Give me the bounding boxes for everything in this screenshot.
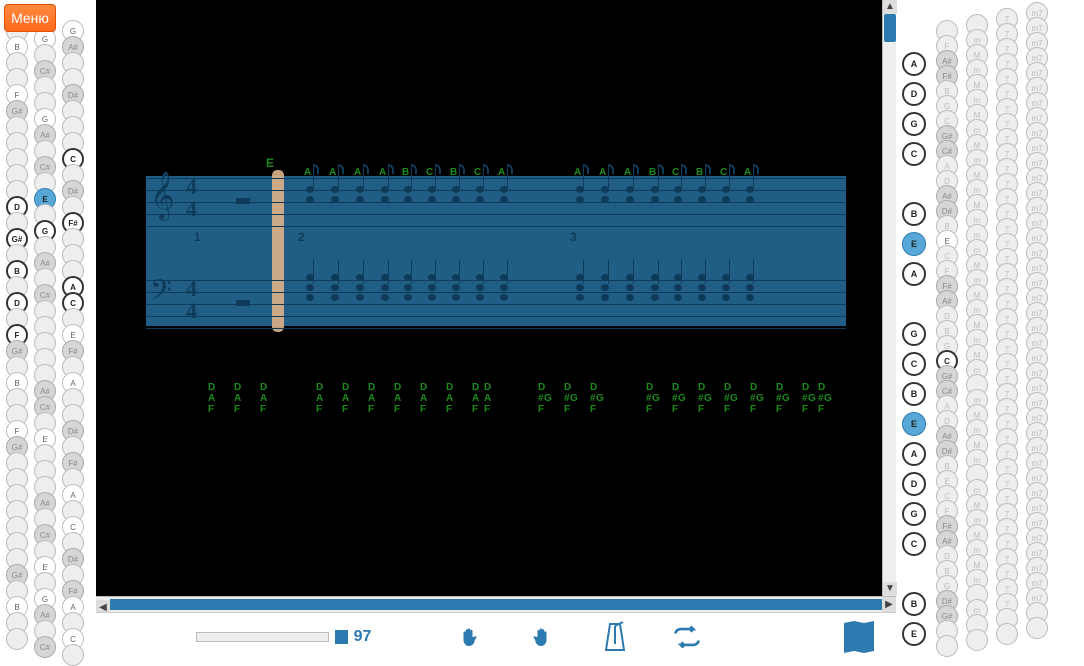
chord-mark: B [649, 167, 656, 178]
left-bayan-keyboard[interactable]: FGGA#BC#D#FG#GA#CC#D#EDF#GG#A#BAC#CDEFF#… [0, 0, 96, 661]
right-root-key[interactable]: A [902, 442, 926, 466]
right-hand-toggle[interactable] [527, 620, 557, 654]
tempo-indicator-icon [335, 630, 347, 644]
chord-mark: A [574, 167, 581, 178]
scroll-track[interactable] [110, 599, 882, 610]
right-root-key[interactable]: E [902, 412, 926, 436]
right-root-key[interactable]: G [902, 502, 926, 526]
time-signature-bass: 4 4 [186, 278, 197, 322]
tempo-slider[interactable] [196, 632, 329, 642]
metronome-toggle[interactable] [601, 620, 628, 654]
scroll-up-icon[interactable]: ▲ [883, 0, 897, 14]
tab-column: D #G F [698, 382, 716, 415]
chord-mark: C [672, 167, 679, 178]
tab-column: D A F [342, 382, 360, 415]
chord-mark: B [402, 167, 409, 178]
tab-column: D A F [484, 382, 502, 415]
scroll-thumb[interactable] [884, 14, 896, 42]
score-stage: E 𝄞 4 4 AAAABCBCAAAABCBCA 1 2 3 [96, 0, 896, 612]
tab-column: D #G F [724, 382, 742, 415]
chord-mark: A [498, 167, 505, 178]
scroll-right-icon[interactable]: ▶ [882, 597, 896, 613]
tab-column: D A F [316, 382, 334, 415]
right-root-key[interactable]: B [902, 202, 926, 226]
menu-label: Меню [11, 10, 49, 26]
right-root-key[interactable]: D [902, 82, 926, 106]
right-root-key[interactable]: E [902, 622, 926, 646]
bar-number: 1 [194, 230, 201, 244]
tab-column: D A F [394, 382, 412, 415]
right-root-key[interactable]: G [902, 112, 926, 136]
loop-toggle[interactable] [672, 620, 702, 654]
treble-clef-icon: 𝄞 [150, 172, 175, 220]
right-root-key[interactable]: B [902, 592, 926, 616]
right-root-key[interactable]: A [902, 52, 926, 76]
right-chord-keyboard[interactable]: 7m7Fm7m7AA#M7m7F#m7m7DBM7m7Gm7m7GCM7m7G#… [896, 0, 1084, 661]
tab-column: D A F [368, 382, 386, 415]
key-indicator: E [266, 156, 274, 170]
bass-clef-icon: 𝄢 [150, 276, 172, 314]
chord-mark: B [696, 167, 703, 178]
tab-column: D #G F [672, 382, 690, 415]
menu-button[interactable]: Меню [4, 4, 56, 32]
chord-mark: C [474, 167, 481, 178]
right-chord-key[interactable] [1026, 617, 1048, 639]
right-root-key[interactable]: C [902, 532, 926, 556]
left-hand-toggle[interactable] [453, 620, 483, 654]
chord-mark: A [329, 167, 336, 178]
tab-column: D A F [208, 382, 226, 415]
vertical-scrollbar[interactable]: ▲ ▼ [882, 0, 896, 596]
tempo-value: 97 [354, 628, 372, 646]
chord-mark: A [304, 167, 311, 178]
music-score[interactable]: E 𝄞 4 4 AAAABCBCAAAABCBCA 1 2 3 [146, 176, 846, 326]
left-key[interactable] [6, 628, 28, 650]
tab-column: D A F [260, 382, 278, 415]
view-mode-button[interactable] [844, 620, 874, 654]
bar-number: 3 [570, 230, 577, 244]
tab-column: D A F [420, 382, 438, 415]
right-root-key[interactable]: A [902, 262, 926, 286]
bottom-toolbar: 97 [96, 612, 896, 661]
treble-staff: 𝄞 4 4 AAAABCBCAAAABCBCA [146, 178, 846, 228]
right-root-key[interactable]: C [902, 352, 926, 376]
chord-mark: A [624, 167, 631, 178]
bass-staff: 𝄢 4 4 [146, 280, 846, 330]
right-chord-key[interactable] [936, 635, 958, 657]
tab-column: D #G F [776, 382, 794, 415]
tab-column: D #G F [564, 382, 582, 415]
tab-column: D #G F [646, 382, 664, 415]
time-signature: 4 4 [186, 176, 197, 220]
tab-column: D #G F [818, 382, 836, 415]
right-chord-key[interactable] [966, 629, 988, 651]
left-key[interactable] [62, 644, 84, 666]
bar-number: 2 [298, 230, 305, 244]
chord-mark: A [354, 167, 361, 178]
chord-mark: B [450, 167, 457, 178]
tab-column: D A F [446, 382, 464, 415]
right-root-key[interactable]: C [902, 142, 926, 166]
chord-tab-block: D A FD A FD A FD A FD A FD A FD A FD A F… [146, 382, 846, 422]
right-chord-key[interactable] [996, 623, 1018, 645]
chord-mark: A [599, 167, 606, 178]
scroll-down-icon[interactable]: ▼ [883, 582, 897, 596]
chord-mark: A [744, 167, 751, 178]
tab-column: D A F [234, 382, 252, 415]
tab-column: D #G F [590, 382, 608, 415]
chord-mark: A [379, 167, 386, 178]
right-root-key[interactable]: G [902, 322, 926, 346]
right-root-key[interactable]: B [902, 382, 926, 406]
left-key[interactable]: C# [34, 636, 56, 658]
horizontal-scrollbar[interactable]: ◀ ▶ [96, 596, 896, 612]
tab-column: D #G F [538, 382, 556, 415]
tab-column: D #G F [750, 382, 768, 415]
chord-mark: C [720, 167, 727, 178]
right-root-key[interactable]: D [902, 472, 926, 496]
right-root-key[interactable]: E [902, 232, 926, 256]
chord-mark: C [426, 167, 433, 178]
